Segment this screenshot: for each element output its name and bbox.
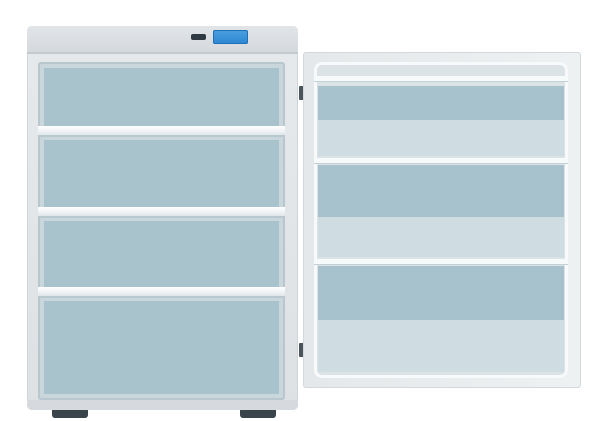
door-rail-2	[314, 259, 568, 264]
door-bin-3	[318, 266, 564, 320]
compartment-4	[44, 301, 279, 394]
control-panel	[27, 26, 298, 54]
shelf-1	[38, 126, 285, 135]
door-rail-top	[314, 76, 568, 81]
compartment-2	[44, 140, 279, 207]
shelf-2	[38, 207, 285, 216]
door-rail-1	[314, 158, 568, 163]
compartment-3	[44, 221, 279, 287]
door-bin-2	[318, 165, 564, 217]
compartment-1	[44, 68, 279, 126]
fridge-icon	[0, 0, 592, 421]
door-liner	[314, 62, 568, 378]
fridge-door[interactable]	[303, 52, 581, 388]
fridge-cabinet	[27, 26, 298, 410]
shelf-3	[38, 287, 285, 296]
cabinet-interior	[38, 62, 285, 400]
door-panel-3	[318, 320, 564, 372]
power-button	[191, 34, 206, 40]
door-panel-1	[318, 120, 564, 156]
temperature-display	[213, 30, 248, 44]
cabinet-base	[27, 400, 298, 410]
door-panel-2	[318, 217, 564, 257]
door-bin-1	[318, 86, 564, 120]
foot-right	[240, 410, 276, 418]
foot-left	[52, 410, 88, 418]
